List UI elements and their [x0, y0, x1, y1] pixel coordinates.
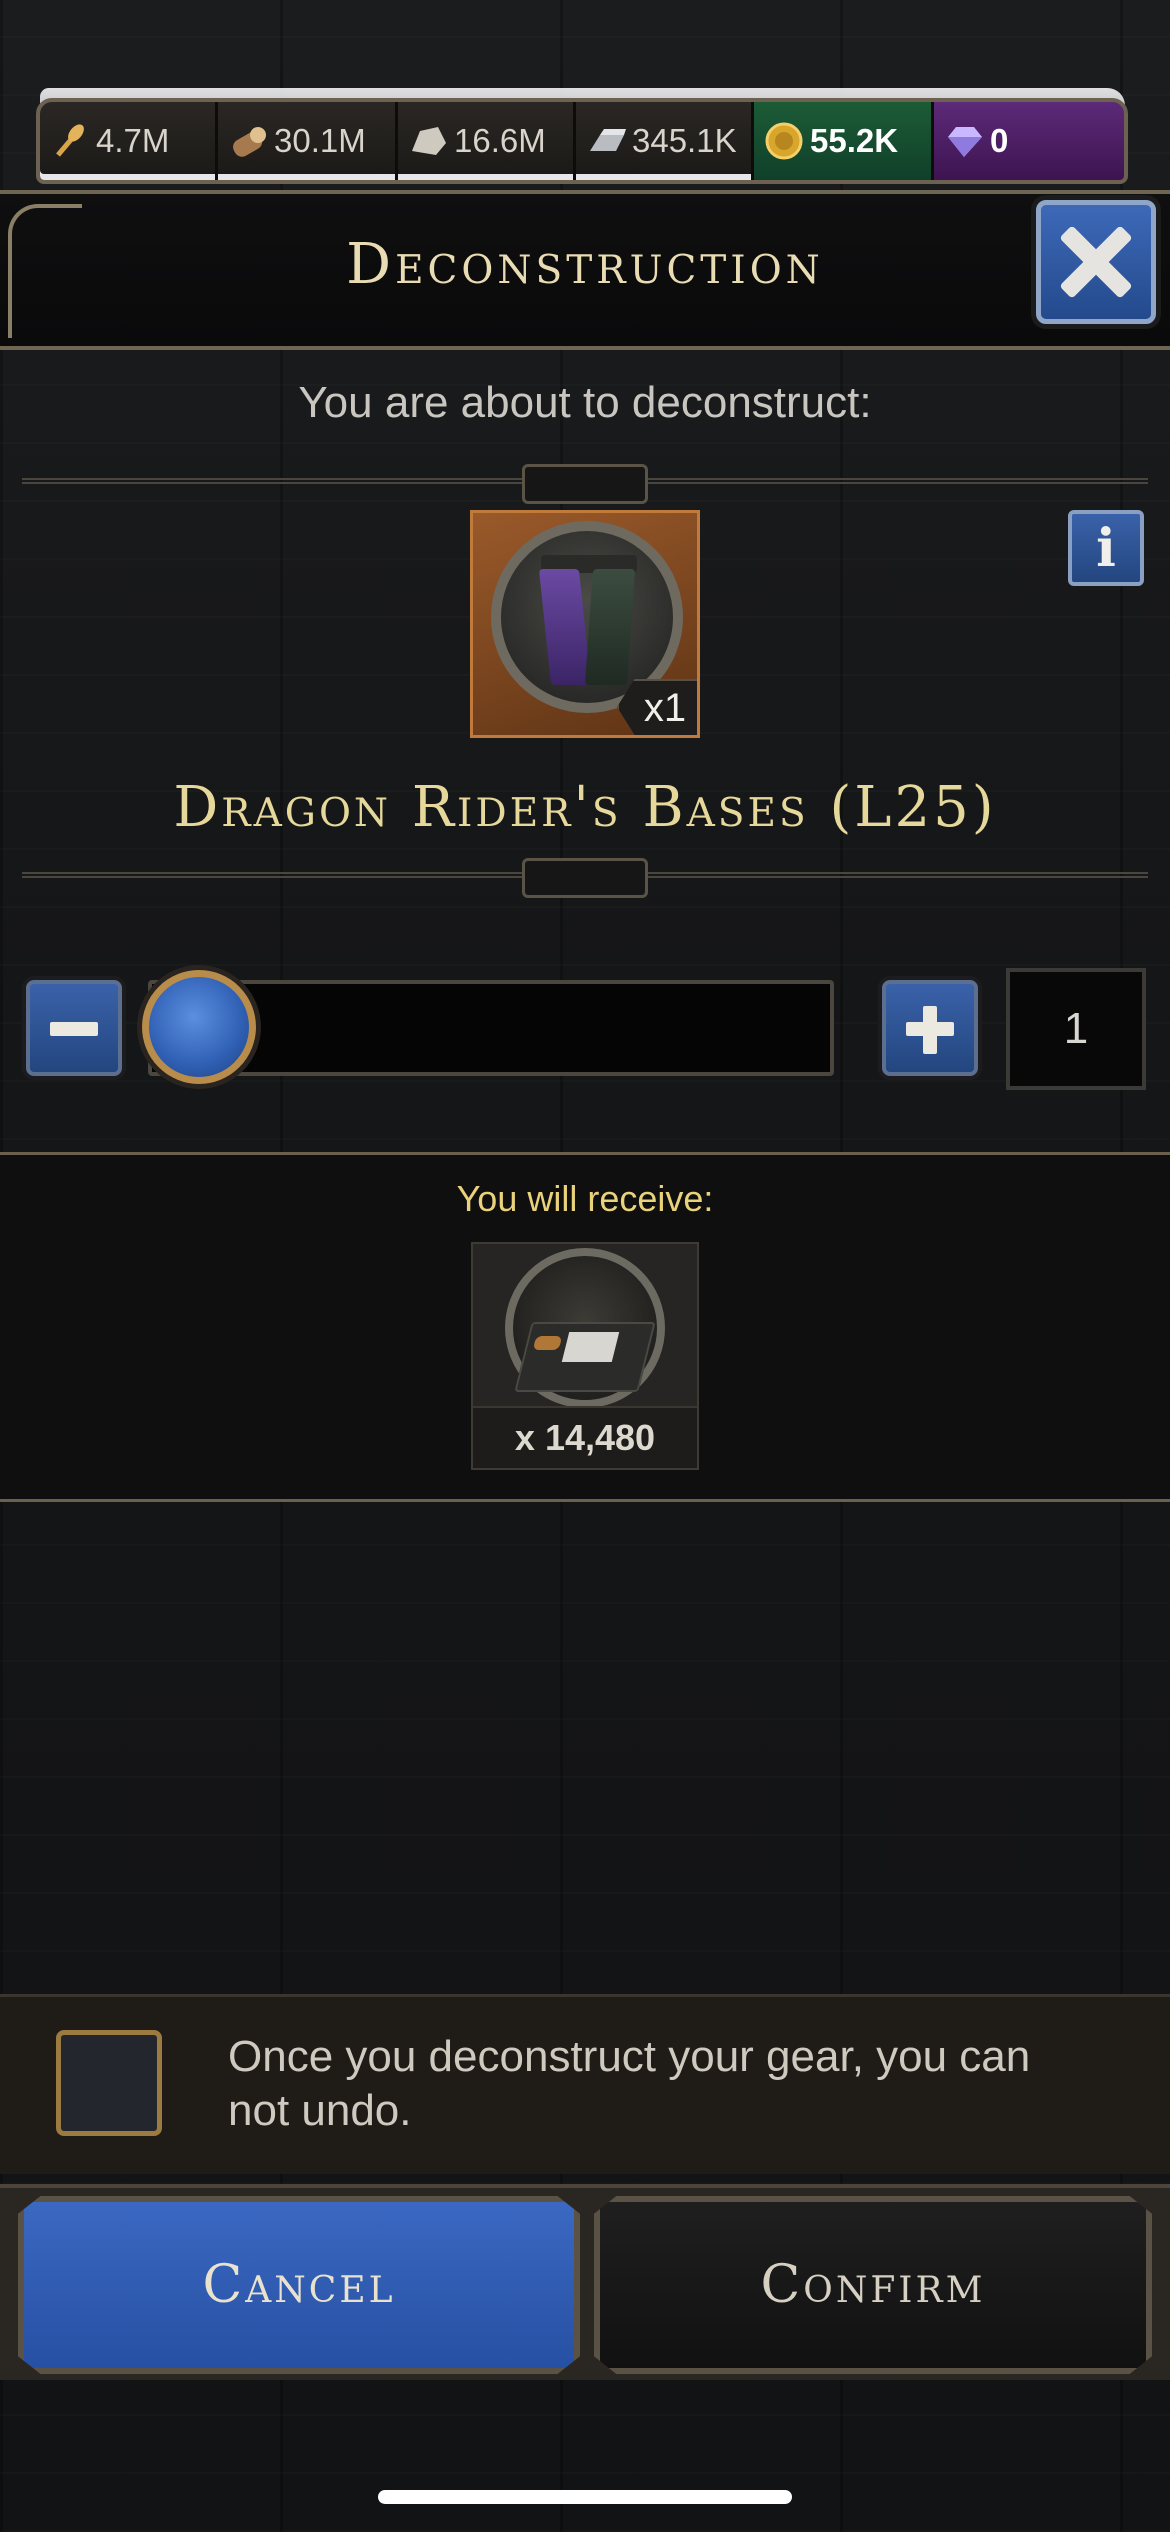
- minus-icon: [50, 1022, 98, 1036]
- resource-iron[interactable]: 345.1K: [576, 102, 754, 180]
- divider-ornament: [522, 858, 648, 898]
- reward-label: You will receive:: [456, 1178, 714, 1219]
- reward-item[interactable]: x 14,480: [471, 1242, 699, 1470]
- home-indicator[interactable]: [378, 2490, 792, 2504]
- resource-stone-value: 16.6M: [454, 122, 546, 159]
- reward-amount: x 14,480: [473, 1406, 697, 1468]
- wood-log-icon: [228, 121, 268, 161]
- confirm-button[interactable]: Confirm: [594, 2196, 1152, 2374]
- increase-button[interactable]: [882, 980, 978, 1076]
- divider-ornament: [522, 464, 648, 504]
- resource-gold-value: 55.2K: [810, 122, 899, 159]
- close-button[interactable]: [1036, 200, 1156, 324]
- quantity-slider-thumb[interactable]: [142, 970, 256, 1084]
- deconstruct-prompt: You are about to deconstruct:: [298, 378, 872, 427]
- divider-bottom: [22, 858, 1148, 898]
- materials-cloth: [514, 1322, 656, 1392]
- info-icon: i: [1096, 517, 1116, 579]
- gem-icon: [944, 121, 984, 161]
- pants-icon: [538, 555, 637, 685]
- item-icon-frame[interactable]: x1: [470, 510, 700, 738]
- resource-food[interactable]: 4.7M: [40, 102, 218, 180]
- quantity-input[interactable]: 1: [1006, 968, 1146, 1090]
- wheat-icon: [50, 121, 90, 161]
- dialog-header: Deconstruction: [0, 190, 1170, 350]
- resource-iron-value: 345.1K: [632, 122, 737, 159]
- resource-food-value: 4.7M: [96, 122, 170, 159]
- resource-gold[interactable]: 55.2K: [754, 102, 934, 180]
- info-button[interactable]: i: [1068, 510, 1144, 586]
- cancel-button[interactable]: Cancel: [18, 2196, 580, 2374]
- decrease-button[interactable]: [26, 980, 122, 1076]
- stone-icon: [408, 121, 448, 161]
- resource-wood[interactable]: 30.1M: [218, 102, 398, 180]
- gold-coin-icon: [764, 121, 804, 161]
- iron-ingot-icon: [586, 121, 626, 161]
- resource-bar: 4.7M 30.1M 16.6M 345.1K 55.2K 0: [36, 98, 1128, 184]
- resource-gems[interactable]: 0: [934, 102, 1124, 180]
- item-name: Dragon Rider's Bases (L25): [173, 775, 997, 840]
- divider-top: [22, 464, 1148, 504]
- confirm-checkbox[interactable]: [56, 2030, 162, 2136]
- resource-wood-value: 30.1M: [274, 122, 366, 159]
- resource-gems-value: 0: [990, 122, 1009, 159]
- dialog-title: Deconstruction: [346, 232, 824, 297]
- resource-stone[interactable]: 16.6M: [398, 102, 576, 180]
- warning-text: Once you deconstruct your gear, you can …: [228, 2032, 1031, 2135]
